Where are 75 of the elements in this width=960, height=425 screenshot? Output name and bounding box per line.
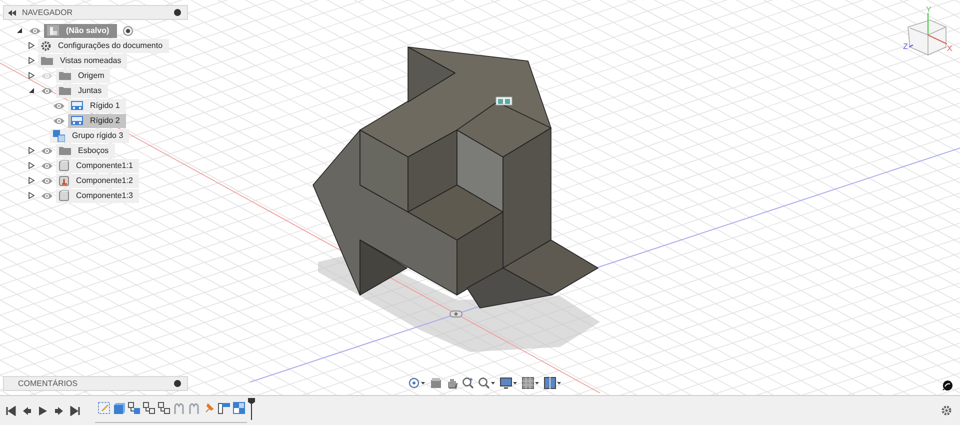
skip-forward-icon[interactable] — [70, 406, 80, 416]
collapsed-arrow-icon[interactable] — [28, 72, 35, 79]
collapsed-arrow-icon[interactable] — [28, 147, 35, 154]
tree-item[interactable]: Vistas nomeadas — [38, 54, 128, 68]
expanded-arrow-icon[interactable] — [16, 27, 23, 34]
document-icon — [47, 25, 59, 36]
play-icon[interactable] — [38, 406, 48, 416]
box-icon[interactable] — [113, 402, 125, 414]
skip-back-icon[interactable] — [6, 406, 16, 416]
timeline-marker-icon[interactable] — [248, 398, 255, 420]
step-forward-icon[interactable] — [54, 406, 64, 416]
orbit-icon[interactable] — [408, 377, 426, 389]
eye-icon[interactable] — [41, 192, 53, 200]
eye-icon[interactable] — [29, 26, 41, 34]
look-at-icon[interactable] — [430, 377, 442, 389]
tree-item[interactable]: Rígido 1 — [68, 98, 126, 112]
origin-icon — [450, 310, 462, 318]
component-icon — [59, 190, 69, 201]
rigid-group-icon[interactable] — [233, 402, 245, 414]
tree-item[interactable]: Componente1:1 — [56, 158, 139, 172]
viewports-icon[interactable] — [544, 377, 562, 389]
tree-item[interactable]: Componente1:3 — [56, 188, 139, 202]
axis-label: Z — [903, 42, 908, 51]
eye-icon[interactable] — [41, 86, 53, 94]
collapsed-arrow-icon[interactable] — [28, 177, 35, 184]
options-icon[interactable] — [174, 380, 181, 387]
eye-icon[interactable] — [53, 102, 65, 110]
eye-icon[interactable] — [41, 162, 53, 170]
axis-label: X — [947, 44, 952, 53]
rigid-icon[interactable] — [218, 402, 230, 414]
expanded-arrow-icon[interactable] — [28, 87, 35, 94]
component-icon — [59, 160, 69, 171]
tree-item[interactable]: Configurações do documento — [38, 38, 169, 52]
display-icon[interactable] — [500, 377, 518, 389]
collapse-icon[interactable] — [8, 10, 16, 16]
folder-icon — [59, 71, 71, 80]
eye-icon[interactable] — [41, 176, 53, 184]
panel-title: NAVEGADOR — [22, 8, 73, 17]
tree-item[interactable]: Juntas — [56, 84, 108, 98]
joint-icon[interactable] — [128, 402, 140, 414]
tree-item[interactable]: Rígido 2 — [68, 114, 126, 128]
collapsed-arrow-icon[interactable] — [28, 57, 35, 64]
grid-icon[interactable] — [522, 377, 540, 389]
tree-item[interactable]: Esboços — [56, 144, 115, 158]
options-icon[interactable] — [174, 9, 181, 16]
collapsed-arrow-icon[interactable] — [28, 162, 35, 169]
zoom-window-icon[interactable] — [478, 377, 496, 389]
panel-title: COMENTÁRIOS — [18, 379, 78, 388]
collapsed-arrow-icon[interactable] — [28, 42, 35, 49]
settings-icon[interactable] — [941, 405, 952, 416]
tree-item[interactable]: Grupo rígido 3 — [50, 128, 130, 142]
axis-label: Y — [926, 5, 932, 14]
joint-icon — [71, 101, 83, 110]
folder-icon — [41, 56, 53, 65]
step-back-icon[interactable] — [22, 406, 32, 416]
axis-line — [908, 44, 914, 48]
zoom-icon[interactable] — [462, 377, 474, 389]
joint-icon[interactable] — [496, 96, 512, 106]
tree-item[interactable]: Componente1:2 — [56, 174, 139, 188]
eye-icon[interactable] — [41, 146, 53, 154]
sketch-icon[interactable] — [98, 402, 110, 414]
hand-icon[interactable] — [446, 377, 458, 389]
tree-item[interactable]: Origem — [56, 68, 110, 82]
folder-icon — [59, 146, 71, 155]
grounded-component-icon — [59, 175, 69, 186]
joint-icon[interactable] — [158, 402, 170, 414]
eye-icon[interactable] — [53, 116, 65, 124]
joint-icon — [71, 116, 83, 125]
rigid-group-icon — [53, 130, 65, 142]
target-icon[interactable] — [123, 26, 134, 36]
chat-icon[interactable] — [942, 380, 953, 391]
folder-icon — [59, 86, 71, 95]
joint-icon[interactable] — [143, 402, 155, 414]
gear-icon — [41, 40, 51, 50]
collapsed-arrow-icon[interactable] — [28, 192, 35, 199]
